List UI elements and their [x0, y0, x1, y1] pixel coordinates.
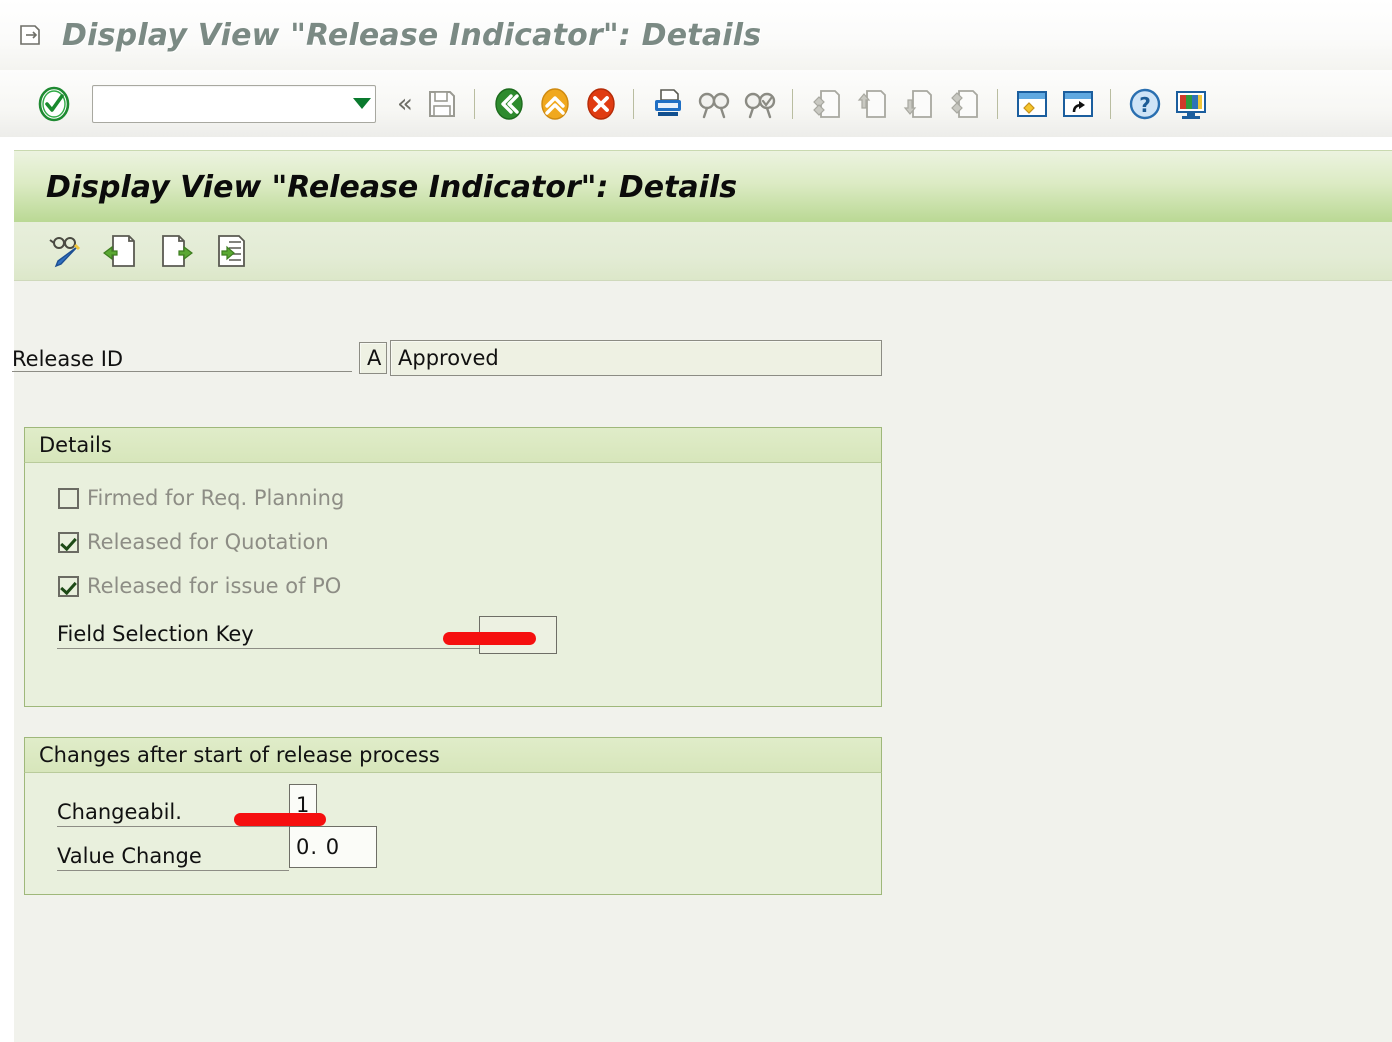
changes-group-body: Changeabil. 1 Value Change 0. 0 [24, 773, 882, 895]
window-menu-icon[interactable] [16, 21, 44, 49]
changeability-highlight [234, 813, 326, 826]
next-page-button[interactable] [897, 82, 941, 126]
toolbar-separator [792, 88, 793, 119]
value-change-label-row: Value Change [57, 831, 289, 871]
release-id-label: Release ID [12, 347, 124, 371]
customize-button[interactable] [1169, 82, 1213, 126]
changes-group-header: Changes after start of release process [24, 737, 882, 773]
screen-title-banner: Display View "Release Indicator": Detail… [14, 150, 1392, 223]
toolbar-separator [1110, 88, 1111, 119]
enter-ok-icon[interactable] [34, 84, 74, 124]
details-group: Details Firmed for Req. Planning Release… [24, 427, 882, 707]
help-button[interactable]: ? [1123, 82, 1167, 126]
print-button[interactable] [646, 82, 690, 126]
release-id-key-value: A [367, 346, 382, 370]
toolbar-separator [633, 88, 634, 119]
find-next-button[interactable] [738, 82, 782, 126]
release-id-description-field[interactable]: Approved [390, 340, 882, 376]
value-change-label: Value Change [57, 844, 202, 868]
window-title-bar: Display View "Release Indicator": Detail… [0, 0, 1392, 70]
collapse-toolbar-icon[interactable]: « [392, 91, 418, 117]
checkbox-firmed-for-req-planning[interactable]: Firmed for Req. Planning [58, 486, 344, 510]
field-selection-key-highlight [443, 632, 536, 645]
checkbox-box-issue-po[interactable] [58, 575, 79, 597]
release-id-key-field[interactable]: A [359, 342, 387, 374]
previous-page-button[interactable] [851, 82, 895, 126]
svg-text:?: ? [1139, 93, 1151, 117]
checkbox-label-issue-po: Released for issue of PO [87, 574, 342, 598]
command-field[interactable] [92, 84, 376, 123]
checkbox-label-quotation: Released for Quotation [87, 530, 329, 554]
checkbox-box-firmed[interactable] [58, 487, 79, 509]
details-group-body: Firmed for Req. Planning Released for Qu… [24, 463, 882, 707]
toolbar-separator [997, 88, 998, 119]
screen-area: Display View "Release Indicator": Detail… [0, 137, 1392, 1042]
cancel-button[interactable] [579, 82, 623, 126]
find-button[interactable] [692, 82, 736, 126]
display-change-button[interactable] [44, 228, 90, 274]
checkbox-released-for-issue-of-po[interactable]: Released for issue of PO [58, 574, 341, 598]
system-toolbar: « ? [0, 70, 1392, 138]
next-entry-button[interactable] [152, 228, 198, 274]
checkbox-released-for-quotation[interactable]: Released for Quotation [58, 530, 329, 554]
checkbox-label-firmed: Firmed for Req. Planning [87, 486, 345, 510]
field-selection-key-label-row: Field Selection Key [57, 611, 479, 649]
back-button[interactable] [487, 82, 531, 126]
changeability-label: Changeabil. [57, 800, 182, 824]
command-input[interactable] [99, 87, 349, 120]
release-id-description-value: Approved [398, 346, 499, 370]
chevron-down-icon[interactable] [349, 87, 375, 121]
value-change-value: 0. 0 [296, 835, 341, 859]
other-entry-button[interactable] [206, 228, 252, 274]
field-selection-key-label: Field Selection Key [57, 622, 254, 646]
details-group-title: Details [39, 433, 112, 457]
details-group-header: Details [24, 427, 882, 463]
changes-group: Changes after start of release process C… [24, 737, 882, 895]
window-title: Display View "Release Indicator": Detail… [62, 17, 762, 53]
value-change-input[interactable]: 0. 0 [289, 826, 377, 868]
checkbox-box-quotation[interactable] [58, 531, 79, 553]
exit-button[interactable] [533, 82, 577, 126]
toolbar-separator [474, 88, 475, 119]
shortcut-button[interactable] [1056, 82, 1100, 126]
release-id-label-row: Release ID [12, 339, 352, 372]
changes-group-title: Changes after start of release process [39, 743, 440, 767]
previous-entry-button[interactable] [98, 228, 144, 274]
save-button[interactable] [420, 82, 464, 126]
screen-title: Display View "Release Indicator": Detail… [46, 169, 738, 205]
first-page-button[interactable] [805, 82, 849, 126]
last-page-button[interactable] [943, 82, 987, 126]
new-session-button[interactable] [1010, 82, 1054, 126]
application-toolbar [14, 222, 1392, 281]
